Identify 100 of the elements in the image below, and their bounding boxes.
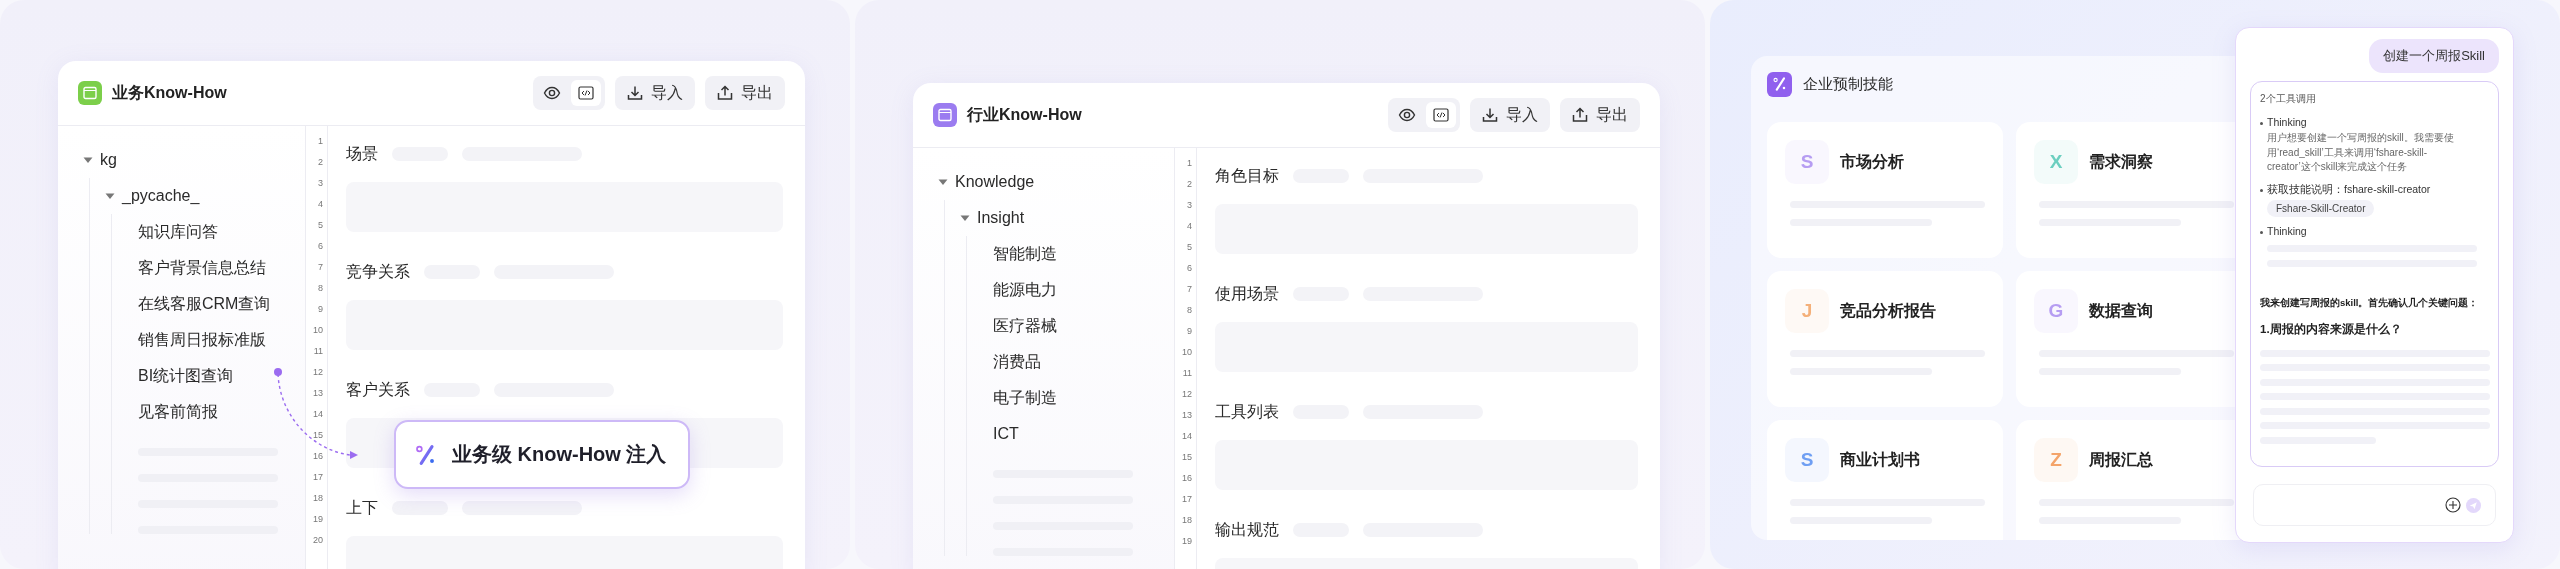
line-number: 8 — [1187, 305, 1192, 317]
line-number: 12 — [313, 367, 323, 379]
skill-card[interactable]: J 竞品分析报告 — [1767, 271, 2003, 407]
section-heading: 上下 — [346, 497, 378, 518]
section-heading: 场景 — [346, 143, 378, 164]
file-item[interactable]: 医疗器械 — [981, 315, 1057, 337]
line-number: 2 — [318, 157, 323, 169]
panel-title: 企业预制技能 — [1803, 74, 1893, 94]
skill-card[interactable]: S 市场分析 — [1767, 122, 2003, 258]
skill-name: 商业计划书 — [1840, 449, 1920, 470]
line-number: 4 — [318, 199, 323, 211]
file-item[interactable]: 销售周日报标准版 — [126, 329, 266, 351]
skill-name: 竞品分析报告 — [1840, 300, 1936, 321]
line-number: 16 — [313, 451, 323, 463]
section-heading: 工具列表 — [1215, 401, 1279, 422]
panel-title: 业务Know-How — [112, 82, 227, 103]
line-number: 5 — [1187, 242, 1192, 254]
step-title: Thinking — [2267, 116, 2308, 128]
section-heading: 角色目标 — [1215, 165, 1279, 186]
section-heading: 输出规范 — [1215, 519, 1279, 540]
plus-icon[interactable] — [2445, 497, 2461, 513]
line-number: 10 — [1182, 347, 1192, 359]
bullet-icon — [2260, 230, 2263, 234]
reply-text: 我来创建写周报的skill。首先确认几个关键问题： — [2260, 296, 2480, 310]
line-number: 15 — [1182, 452, 1192, 464]
file-item[interactable]: 电子制造 — [981, 387, 1057, 409]
reply-question: 1.周报的内容来源是什么？ — [2260, 321, 2403, 337]
import-button[interactable]: 导入 — [1470, 98, 1550, 132]
letter-avatar: S — [1785, 140, 1829, 184]
step-text: 用户想要创建一个写周报的skill。我需要使用‘read_skill’工具来调用‘fshare-skill-creator’这个skill来完成这个任务 — [2267, 131, 2455, 174]
line-number: 18 — [313, 493, 323, 505]
tool-call-count: 2个工具调用 — [2260, 92, 2317, 106]
bullet-icon — [2260, 188, 2263, 192]
export-button[interactable]: 导出 — [1560, 98, 1640, 132]
file-item[interactable]: 客户背景信息总结 — [126, 257, 266, 279]
file-item[interactable]: 知识库问答 — [126, 221, 218, 243]
code-icon[interactable] — [571, 80, 601, 106]
letter-avatar: Z — [2034, 438, 2078, 482]
code-icon[interactable] — [1426, 102, 1456, 128]
line-number: 4 — [1187, 221, 1192, 233]
line-number: 1 — [318, 136, 323, 148]
file-item[interactable]: 在线客服CRM查询 — [126, 293, 271, 315]
file-item[interactable]: 智能制造 — [981, 243, 1057, 265]
line-number: 9 — [1187, 326, 1192, 338]
file-item[interactable]: ICT — [981, 425, 1019, 443]
skill-name: 需求洞察 — [2089, 151, 2153, 172]
line-number: 10 — [313, 325, 323, 337]
upload-icon — [1572, 107, 1588, 123]
export-button[interactable]: 导出 — [705, 76, 785, 110]
folder-label[interactable]: Insight — [977, 209, 1025, 227]
upload-icon — [717, 85, 733, 101]
magic-wand-icon — [1767, 71, 1792, 97]
line-number: 18 — [1182, 515, 1192, 527]
line-number: 12 — [1182, 389, 1192, 401]
file-item[interactable]: 消费品 — [981, 351, 1041, 373]
letter-avatar: G — [2034, 289, 2078, 333]
step-title: 获取技能说明：fshare-skill-creator — [2267, 182, 2432, 197]
callout-text: 业务级 Know-How 注入 — [452, 442, 667, 467]
download-icon — [1482, 107, 1498, 123]
line-number: 11 — [1182, 368, 1192, 380]
folder-label[interactable]: _pycache_ — [122, 187, 200, 205]
folder-label[interactable]: kg — [100, 151, 117, 169]
file-item[interactable]: BI统计图查询 — [126, 365, 234, 387]
line-number: 17 — [313, 472, 323, 484]
line-number: 1 — [1187, 158, 1192, 170]
line-number: 19 — [313, 514, 323, 526]
line-number: 14 — [313, 409, 323, 421]
bullet-icon — [2260, 122, 2263, 125]
skill-name: 数据查询 — [2089, 300, 2153, 321]
import-button[interactable]: 导入 — [615, 76, 695, 110]
file-item[interactable]: 见客前简报 — [126, 401, 218, 423]
panel-title: 行业Know-How — [967, 104, 1082, 125]
section-heading: 使用场景 — [1215, 283, 1279, 304]
line-number: 3 — [318, 178, 323, 190]
line-number: 20 — [313, 535, 323, 547]
line-number: 8 — [318, 283, 323, 295]
line-number: 7 — [318, 262, 323, 274]
line-number: 6 — [1187, 263, 1192, 275]
letter-avatar: X — [2034, 140, 2078, 184]
line-number: 5 — [318, 220, 323, 232]
line-number: 16 — [1182, 473, 1192, 485]
user-message: 创建一个周报Skill — [2369, 39, 2499, 73]
skill-tag: Fshare-Skill-Creator — [2267, 199, 2375, 217]
line-number: 13 — [1182, 410, 1192, 422]
skill-card[interactable]: S 商业计划书 — [1767, 420, 2003, 540]
line-number: 13 — [313, 388, 323, 400]
line-number: 11 — [313, 346, 323, 358]
step-title: Thinking — [2267, 224, 2308, 237]
line-number: 19 — [1182, 536, 1192, 548]
message-input[interactable] — [2253, 484, 2496, 526]
line-number: 15 — [313, 430, 323, 442]
folder-label[interactable]: Knowledge — [955, 173, 1035, 191]
download-icon — [627, 85, 643, 101]
section-heading: 客户关系 — [346, 379, 410, 400]
line-number: 6 — [318, 241, 323, 253]
line-number: 7 — [1187, 284, 1192, 296]
line-number: 2 — [1187, 179, 1192, 191]
file-item[interactable]: 能源电力 — [981, 279, 1057, 301]
letter-avatar: J — [1785, 289, 1829, 333]
letter-avatar: S — [1785, 438, 1829, 482]
